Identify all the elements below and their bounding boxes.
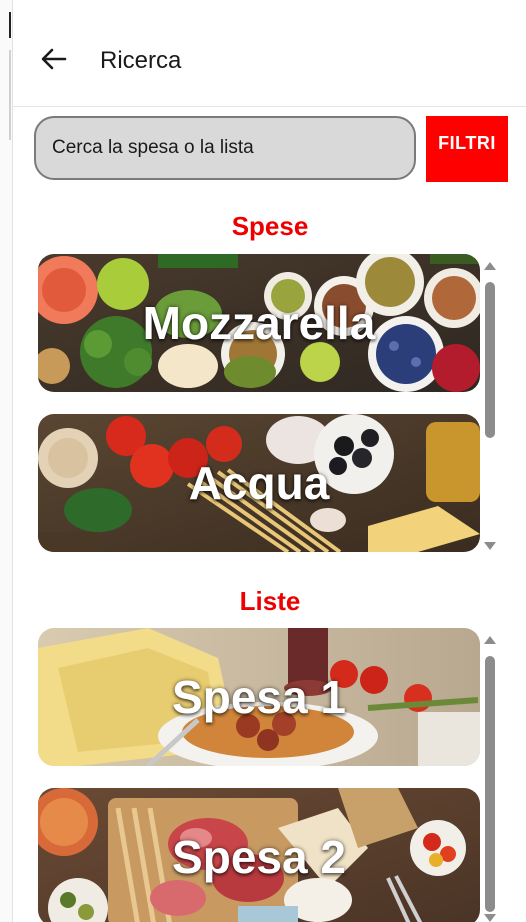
spesa-card-mozzarella[interactable]: Mozzarella [38, 254, 480, 392]
back-button[interactable] [39, 44, 69, 74]
scroll-down-icon[interactable] [483, 540, 497, 552]
cured-meats-image [38, 788, 480, 922]
section-title-liste: Liste [239, 586, 301, 616]
search-row: FILTRI [34, 116, 510, 182]
liste-scroll-thumb[interactable] [485, 656, 495, 912]
tomatoes-pasta-image [38, 414, 480, 552]
page-title: Ricerca [100, 47, 182, 74]
lista-card-spesa-2[interactable]: Spesa 2 [38, 788, 480, 922]
spese-scroll-thumb[interactable] [485, 282, 495, 438]
vegetables-image [38, 254, 480, 392]
spese-list: Mozzarella Acqua [38, 254, 480, 552]
parmesan-pasta-image [38, 628, 480, 766]
scroll-up-icon[interactable] [483, 634, 497, 646]
side-panel-edge [0, 0, 13, 922]
edge-mark [9, 12, 11, 38]
spese-scrollbar[interactable] [483, 260, 497, 552]
scroll-down-icon[interactable] [483, 912, 497, 922]
liste-scrollbar[interactable] [483, 634, 497, 922]
top-bar: Ricerca [13, 0, 526, 107]
section-title-spese: Spese [231, 211, 309, 241]
filters-button[interactable]: FILTRI [426, 116, 508, 182]
arrow-left-icon [41, 48, 67, 70]
filters-button-label: FILTRI [438, 133, 496, 153]
edge-divider [9, 50, 11, 140]
app-window: Ricerca FILTRI Spese [0, 0, 526, 922]
spesa-card-acqua[interactable]: Acqua [38, 414, 480, 552]
liste-list: Spesa 1 Spesa 2 [38, 628, 480, 922]
search-input[interactable] [34, 116, 416, 180]
scroll-up-icon[interactable] [483, 260, 497, 272]
lista-card-spesa-1[interactable]: Spesa 1 [38, 628, 480, 766]
